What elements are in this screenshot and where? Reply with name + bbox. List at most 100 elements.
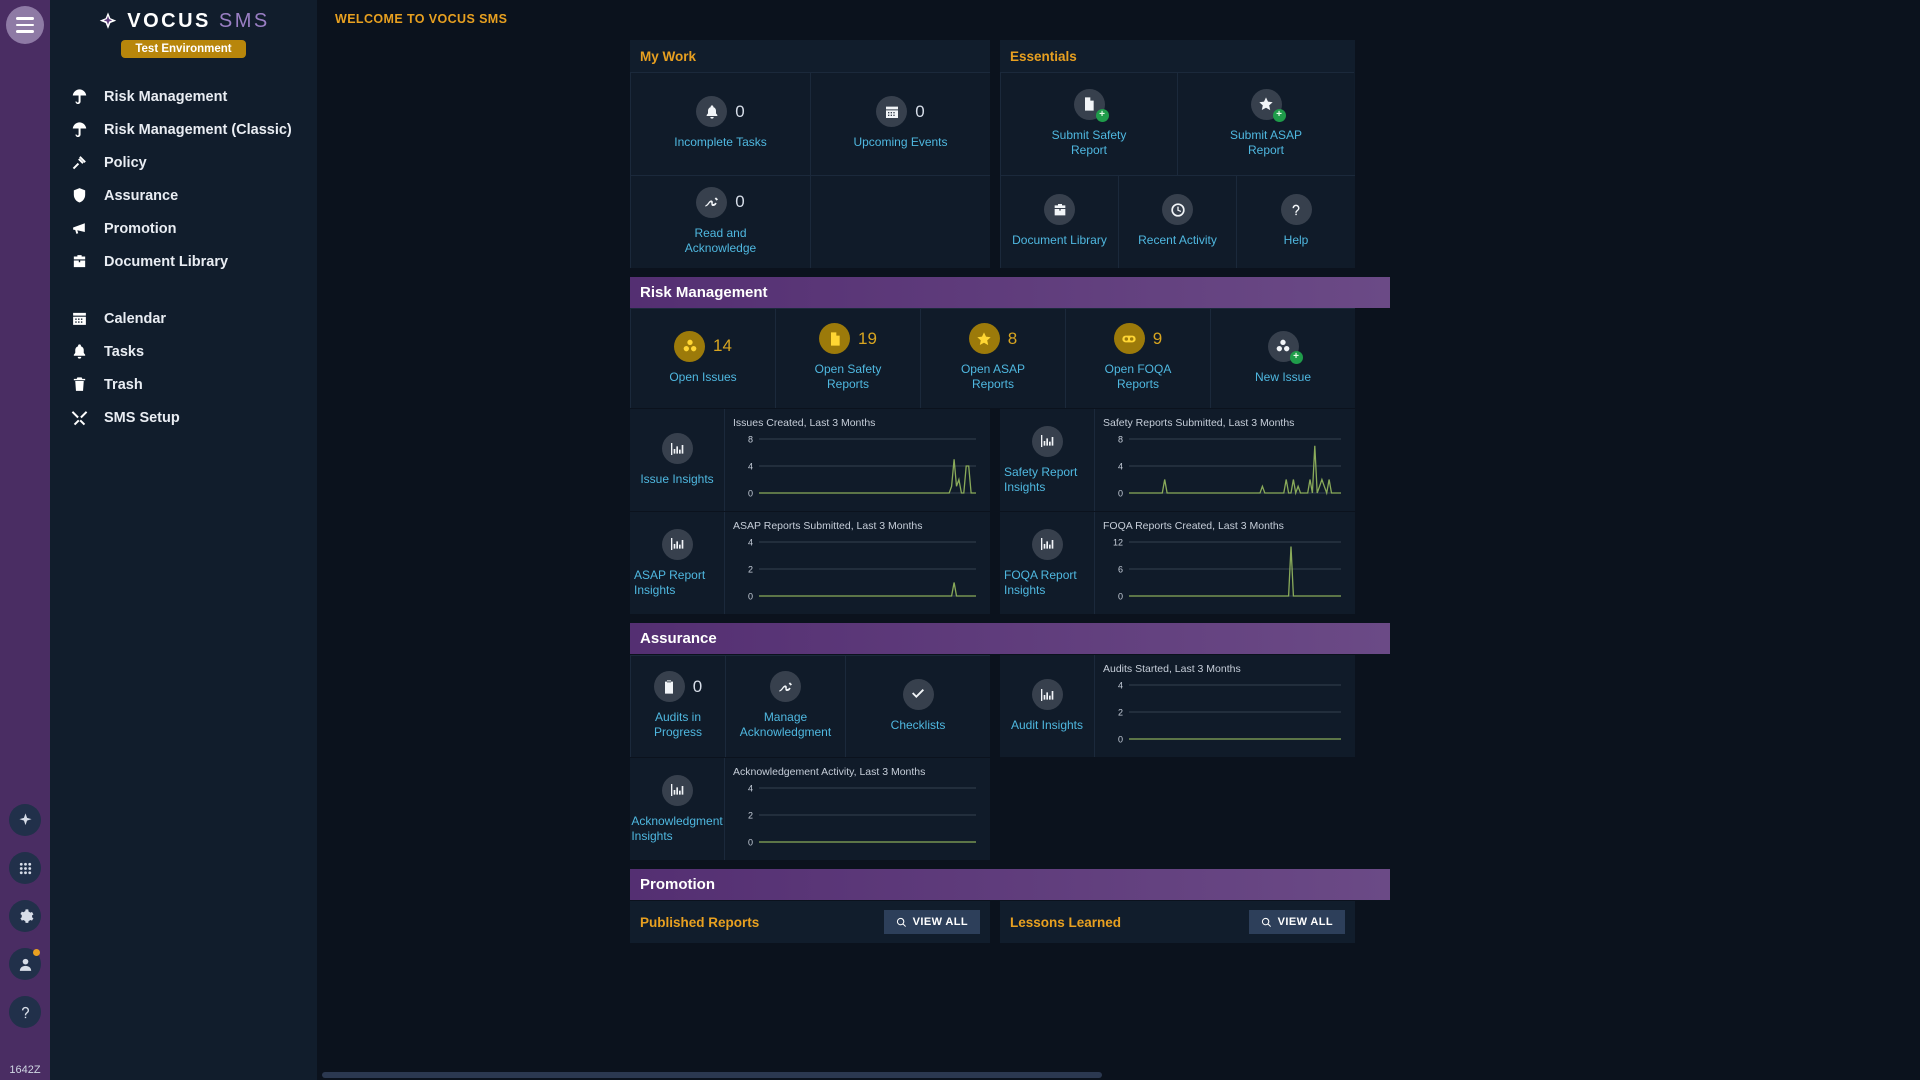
audit-insights-block: Audit Insights Audits Started, Last 3 Mo… <box>1000 655 1355 757</box>
asap-report-insights-block: ASAP Report Insights ASAP Reports Submit… <box>630 512 990 614</box>
promotion-panels-row: Published Reports VIEW ALL Lessons Learn… <box>630 901 1390 943</box>
tile-count: 0 <box>735 192 744 212</box>
chart-audits-started[interactable]: Audits Started, Last 3 Months 024 <box>1095 655 1355 757</box>
sidebar-item-label: Trash <box>104 377 143 393</box>
tile-upcoming-events[interactable]: 0 Upcoming Events <box>810 72 990 175</box>
check-icon <box>903 679 934 710</box>
tile-document-library[interactable]: Document Library <box>1000 175 1118 268</box>
hamburger-bar <box>16 24 34 27</box>
issue-insights-block: Issue Insights Issues Created, Last 3 Mo… <box>630 409 990 511</box>
lessons-learned-panel: Lessons Learned VIEW ALL <box>1000 901 1355 943</box>
dashboard-board: My Work 0 Incomplete Tasks 0 <box>630 40 1390 943</box>
my-work-title: My Work <box>630 40 990 72</box>
gear-icon[interactable] <box>9 900 41 932</box>
sidebar-item-promotion[interactable]: Promotion <box>50 212 317 245</box>
insight-foqa-report-insights[interactable]: FOQA Report Insights <box>1000 512 1095 614</box>
assurance-row-2: Acknowledgment Insights Acknowledgement … <box>630 758 1390 860</box>
insight-label: ASAP Report Insights <box>634 568 720 598</box>
insight-audit-insights[interactable]: Audit Insights <box>1000 655 1095 757</box>
menu-toggle-button[interactable] <box>6 6 44 44</box>
tile-checklists[interactable]: Checklists <box>845 655 990 757</box>
tile-submit-safety-report[interactable]: + Submit Safety Report <box>1000 72 1177 175</box>
sidebar-item-risk-management[interactable]: Risk Management <box>50 80 317 113</box>
sidebar-item-risk-management-classic[interactable]: Risk Management (Classic) <box>50 113 317 146</box>
insight-safety-report-insights[interactable]: Safety Report Insights <box>1000 409 1095 511</box>
lessons-learned-view-all-button[interactable]: VIEW ALL <box>1249 910 1345 934</box>
sidebar-item-sms-setup[interactable]: SMS Setup <box>50 401 317 434</box>
chart-safety-reports-submitted[interactable]: Safety Reports Submitted, Last 3 Months … <box>1095 409 1355 511</box>
tile-incomplete-tasks[interactable]: 0 Incomplete Tasks <box>630 72 810 175</box>
issues-icon <box>674 331 705 362</box>
user-account-icon[interactable] <box>9 948 41 980</box>
sidebar-item-label: SMS Setup <box>104 410 180 426</box>
insight-issue-insights[interactable]: Issue Insights <box>630 409 725 511</box>
svg-text:0: 0 <box>1118 489 1123 499</box>
main-content: WELCOME TO VOCUS SMS My Work 0 Incomplet… <box>317 0 1920 1080</box>
chart-canvas: 048 <box>733 433 980 505</box>
sparkle-icon[interactable] <box>9 804 41 836</box>
search-icon <box>896 917 907 928</box>
vocus-diamond-icon <box>97 11 119 33</box>
insight-asap-report-insights[interactable]: ASAP Report Insights <box>630 512 725 614</box>
sidebar-item-tasks[interactable]: Tasks <box>50 335 317 368</box>
svg-text:0: 0 <box>1118 592 1123 602</box>
published-reports-panel: Published Reports VIEW ALL <box>630 901 990 943</box>
clock-icon <box>1162 194 1193 225</box>
chart-canvas: 024 <box>733 536 980 608</box>
tile-open-asap-reports[interactable]: 8 Open ASAP Reports <box>920 308 1065 408</box>
bar-chart-icon <box>1032 679 1063 710</box>
tile-label: Checklists <box>891 718 946 733</box>
chart-asap-reports-submitted[interactable]: ASAP Reports Submitted, Last 3 Months 02… <box>725 512 990 614</box>
chart-issues-created[interactable]: Issues Created, Last 3 Months 048 <box>725 409 990 511</box>
tile-label: Manage Acknowledgment <box>738 710 834 740</box>
tile-new-issue[interactable]: + New Issue <box>1210 308 1355 408</box>
star-icon <box>969 323 1000 354</box>
tile-help[interactable]: Help <box>1236 175 1355 268</box>
assurance-row-1: 0 Audits in Progress Manage Acknowledgme… <box>630 655 1390 757</box>
sidebar-item-document-library[interactable]: Document Library <box>50 245 317 278</box>
chart-acknowledgement-activity[interactable]: Acknowledgement Activity, Last 3 Months … <box>725 758 990 860</box>
tile-label: Document Library <box>1012 233 1107 248</box>
tile-count: 0 <box>693 677 702 697</box>
help-question-icon[interactable] <box>9 996 41 1028</box>
apps-grid-icon[interactable] <box>9 852 41 884</box>
insight-acknowledgment-insights[interactable]: Acknowledgment Insights <box>630 758 725 860</box>
insight-label: Acknowledgment Insights <box>631 814 722 844</box>
shield-icon <box>68 187 90 204</box>
tile-count: 19 <box>858 329 877 349</box>
risk-chart-row-1: Issue Insights Issues Created, Last 3 Mo… <box>630 409 1390 511</box>
scrollbar-thumb[interactable] <box>322 1072 1102 1078</box>
signature-icon <box>696 187 727 218</box>
lessons-learned-title: Lessons Learned <box>1010 915 1121 930</box>
tile-open-safety-reports[interactable]: 19 Open Safety Reports <box>775 308 920 408</box>
bell-icon <box>68 343 90 360</box>
rail-clock: 1642Z <box>0 1064 50 1076</box>
sidebar-item-policy[interactable]: Policy <box>50 146 317 179</box>
tile-audits-in-progress[interactable]: 0 Audits in Progress <box>630 655 725 757</box>
chart-title: Safety Reports Submitted, Last 3 Months <box>1103 417 1345 429</box>
brand-logo[interactable]: VOCUS SMS Test Environment <box>50 0 317 58</box>
chart-canvas: 024 <box>1103 679 1345 751</box>
tile-read-and-acknowledge[interactable]: 0 Read and Acknowledge <box>630 175 810 268</box>
chart-foqa-reports-created[interactable]: FOQA Reports Created, Last 3 Months 0612 <box>1095 512 1355 614</box>
horizontal-scrollbar[interactable] <box>317 1070 1920 1080</box>
sidebar-item-calendar[interactable]: Calendar <box>50 302 317 335</box>
published-reports-view-all-button[interactable]: VIEW ALL <box>884 910 980 934</box>
insight-label: Audit Insights <box>1011 718 1083 733</box>
sidebar-item-trash[interactable]: Trash <box>50 368 317 401</box>
add-badge: + <box>1273 109 1286 122</box>
tile-manage-acknowledgment[interactable]: Manage Acknowledgment <box>725 655 845 757</box>
tile-recent-activity[interactable]: Recent Activity <box>1118 175 1236 268</box>
sidebar-item-label: Tasks <box>104 344 144 360</box>
tile-label: Open Safety Reports <box>800 362 896 392</box>
briefcase-icon <box>1044 194 1075 225</box>
svg-text:8: 8 <box>1118 435 1123 445</box>
tile-label: Open FOQA Reports <box>1090 362 1186 392</box>
sidebar-primary-group: Risk Management Risk Management (Classic… <box>50 80 317 278</box>
sidebar-divider <box>50 278 317 302</box>
sidebar-item-assurance[interactable]: Assurance <box>50 179 317 212</box>
tile-submit-asap-report[interactable]: + Submit ASAP Report <box>1177 72 1354 175</box>
top-panels-row: My Work 0 Incomplete Tasks 0 <box>630 40 1390 268</box>
tile-open-foqa-reports[interactable]: 9 Open FOQA Reports <box>1065 308 1210 408</box>
tile-open-issues[interactable]: 14 Open Issues <box>630 308 775 408</box>
